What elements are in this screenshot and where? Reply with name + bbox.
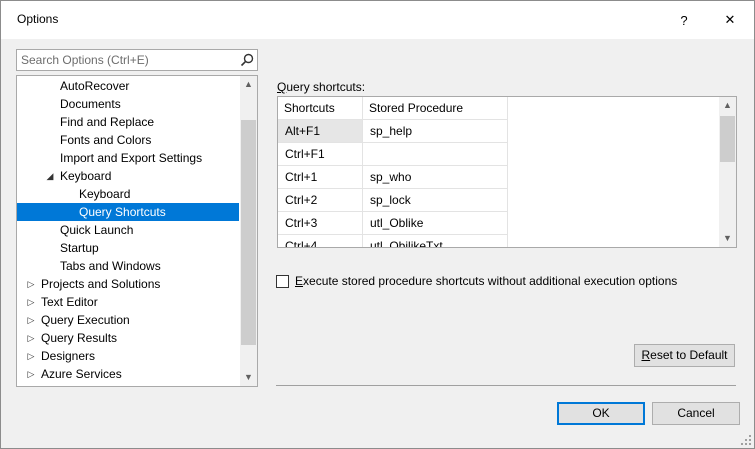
separator: [276, 385, 736, 386]
help-button[interactable]: ?: [661, 1, 707, 39]
tree-item[interactable]: ▷ Designers: [17, 347, 239, 365]
reset-to-default-button[interactable]: Reset to Default: [634, 344, 735, 367]
tree-item[interactable]: Quick Launch: [17, 221, 239, 239]
ok-button[interactable]: OK: [557, 402, 645, 425]
column-header-shortcuts[interactable]: Shortcuts: [278, 97, 363, 120]
expand-arrow-icon[interactable]: ▷: [25, 275, 37, 293]
tree-item-label: Import and Export Settings: [60, 151, 203, 165]
execute-option[interactable]: Execute stored procedure shortcuts witho…: [276, 274, 677, 288]
scroll-up-icon[interactable]: ▲: [240, 76, 257, 93]
tree-item-label: Fonts and Colors: [60, 133, 152, 147]
expand-arrow-icon[interactable]: ▷: [25, 293, 37, 311]
search-input[interactable]: [17, 50, 237, 70]
tree-item[interactable]: ▷ Query Execution: [17, 311, 239, 329]
tree-item-label: AutoRecover: [60, 79, 130, 93]
tree-item[interactable]: AutoRecover: [17, 77, 239, 95]
tree-item[interactable]: Import and Export Settings: [17, 149, 239, 167]
tree-item[interactable]: Startup: [17, 239, 239, 257]
procedure-cell[interactable]: sp_lock: [363, 189, 508, 212]
shortcuts-grid[interactable]: Shortcuts Stored Procedure Alt+F1 sp_help…: [277, 96, 737, 248]
tree-scroll-thumb[interactable]: [241, 120, 256, 345]
close-button[interactable]: ✕: [707, 1, 753, 39]
scroll-down-icon[interactable]: ▼: [719, 230, 736, 247]
tree-item-label: Documents: [60, 97, 121, 111]
options-dialog: Options ? ✕ AutoRecover Documents Find and…: [0, 0, 755, 449]
scroll-down-icon[interactable]: ▼: [240, 369, 257, 386]
execute-option-label[interactable]: Execute stored procedure shortcuts witho…: [295, 274, 677, 288]
tree-scrollbar[interactable]: ▲ ▼: [240, 76, 257, 386]
search-box[interactable]: [16, 49, 258, 71]
expand-arrow-icon[interactable]: ▷: [25, 383, 37, 386]
tree-item-label: SQL Server Always On: [41, 383, 163, 386]
tree-item-label: Find and Replace: [60, 115, 155, 129]
shortcut-cell[interactable]: Ctrl+1: [278, 166, 363, 189]
procedure-cell[interactable]: utl_Oblike: [363, 212, 508, 235]
tree-item[interactable]: ▷ SQL Server Always On: [17, 383, 239, 386]
tree-item[interactable]: ▷ Query Results: [17, 329, 239, 347]
tree-item-label: Keyboard: [79, 187, 131, 201]
table-row[interactable]: Ctrl+4 utl_ObjlikeTxt: [278, 235, 720, 247]
search-icon[interactable]: [240, 53, 254, 67]
tree-item[interactable]: Fonts and Colors: [17, 131, 239, 149]
procedure-cell[interactable]: sp_help: [363, 120, 508, 143]
table-row[interactable]: Alt+F1 sp_help: [278, 120, 720, 143]
table-row[interactable]: Ctrl+F1: [278, 143, 720, 166]
options-tree[interactable]: AutoRecover Documents Find and Replace Font…: [16, 75, 258, 387]
cancel-button[interactable]: Cancel: [652, 402, 740, 425]
window-title: Options: [17, 12, 59, 26]
expand-arrow-icon[interactable]: ▷: [25, 347, 37, 365]
table-row[interactable]: Ctrl+1 sp_who: [278, 166, 720, 189]
tree-item-label: Text Editor: [41, 295, 98, 309]
grid-scrollbar[interactable]: ▲ ▼: [719, 97, 736, 247]
tree-item[interactable]: Documents: [17, 95, 239, 113]
tree-item-label: Query Results: [41, 331, 118, 345]
procedure-cell[interactable]: sp_who: [363, 166, 508, 189]
shortcut-cell[interactable]: Ctrl+F1: [278, 143, 363, 166]
grid-header: Shortcuts Stored Procedure: [278, 97, 720, 120]
tree-item-label: Startup: [60, 241, 99, 255]
query-shortcuts-label: Query shortcuts:: [277, 80, 366, 94]
tree-item[interactable]: ▷ Azure Services: [17, 365, 239, 383]
procedure-cell[interactable]: utl_ObjlikeTxt: [363, 235, 508, 247]
tree-item-label: Projects and Solutions: [41, 277, 161, 291]
tree-item[interactable]: ▷ Projects and Solutions: [17, 275, 239, 293]
scroll-up-icon[interactable]: ▲: [719, 97, 736, 114]
tree-item[interactable]: ◢ Keyboard: [17, 167, 239, 185]
tree-item-label: Designers: [41, 349, 96, 363]
tree-item-label: Query Shortcuts: [79, 205, 166, 219]
resize-grip-icon[interactable]: [740, 434, 752, 446]
table-row[interactable]: Ctrl+3 utl_Oblike: [278, 212, 720, 235]
tree-item-label: Azure Services: [41, 367, 122, 381]
column-header-stored-procedure[interactable]: Stored Procedure: [363, 97, 508, 120]
procedure-cell[interactable]: [363, 143, 508, 166]
shortcut-cell[interactable]: Ctrl+3: [278, 212, 363, 235]
tree-item-label: Tabs and Windows: [60, 259, 161, 273]
tree-item[interactable]: ▷ Text Editor: [17, 293, 239, 311]
execute-option-checkbox[interactable]: [276, 274, 289, 288]
expand-arrow-icon[interactable]: ▷: [25, 311, 37, 329]
tree-item-label: Keyboard: [60, 169, 112, 183]
tree-item[interactable]: Find and Replace: [17, 113, 239, 131]
expand-arrow-icon[interactable]: ▷: [25, 365, 37, 383]
shortcut-cell[interactable]: Ctrl+2: [278, 189, 363, 212]
tree-item-label: Query Execution: [41, 313, 130, 327]
grid-scroll-thumb[interactable]: [720, 116, 735, 162]
expand-arrow-icon[interactable]: ▷: [25, 329, 37, 347]
tree-item[interactable]: Tabs and Windows: [17, 257, 239, 275]
table-row[interactable]: Ctrl+2 sp_lock: [278, 189, 720, 212]
shortcut-cell[interactable]: Alt+F1: [278, 120, 363, 143]
collapse-arrow-icon[interactable]: ◢: [44, 167, 56, 185]
title-bar: Options ? ✕: [1, 1, 754, 39]
shortcut-cell[interactable]: Ctrl+4: [278, 235, 363, 247]
tree-item[interactable]: Query Shortcuts: [17, 203, 239, 221]
tree-item-label: Quick Launch: [60, 223, 134, 237]
tree-item[interactable]: Keyboard: [17, 185, 239, 203]
